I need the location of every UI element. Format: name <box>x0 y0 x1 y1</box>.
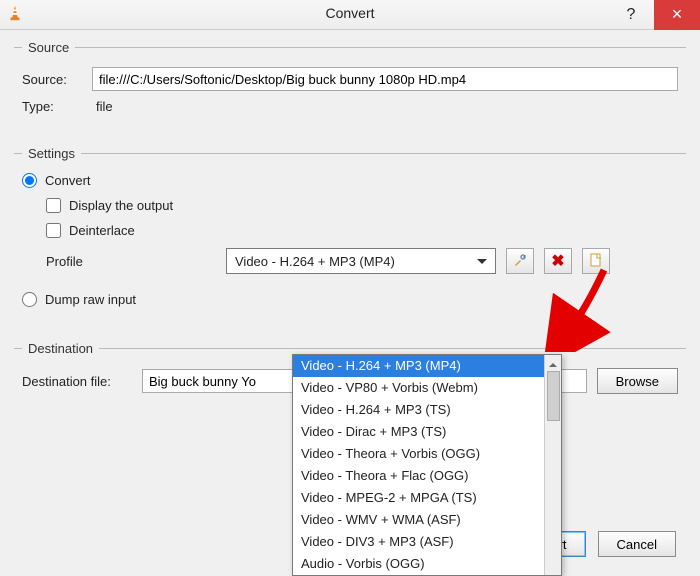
delete-icon: ✖ <box>551 251 564 271</box>
profile-option[interactable]: Video - VP80 + Vorbis (Webm) <box>293 377 544 399</box>
deinterlace-label: Deinterlace <box>69 223 135 238</box>
close-button[interactable]: × <box>654 0 700 30</box>
source-group: Source Source: Type: file <box>14 40 686 132</box>
profile-option[interactable]: Video - Dirac + MP3 (TS) <box>293 421 544 443</box>
dropdown-scrollbar[interactable] <box>544 355 561 575</box>
settings-legend: Settings <box>22 146 81 161</box>
display-output-checkbox[interactable] <box>46 198 61 213</box>
profile-combobox[interactable]: Video - H.264 + MP3 (MP4) <box>226 248 496 274</box>
profile-option[interactable]: Video - Theora + Vorbis (OGG) <box>293 443 544 465</box>
edit-profile-button[interactable] <box>506 248 534 274</box>
convert-radio[interactable] <box>22 173 37 188</box>
delete-profile-button[interactable]: ✖ <box>544 248 572 274</box>
profile-option[interactable]: Video - Theora + Flac (OGG) <box>293 465 544 487</box>
source-legend: Source <box>22 40 75 55</box>
settings-group: Settings Convert Display the output Dein… <box>14 146 686 327</box>
browse-button[interactable]: Browse <box>597 368 678 394</box>
profile-dropdown-list[interactable]: Video - H.264 + MP3 (MP4)Video - VP80 + … <box>292 354 562 576</box>
titlebar: Convert ? × <box>0 0 700 30</box>
dump-raw-label: Dump raw input <box>45 292 136 307</box>
source-label: Source: <box>22 72 82 87</box>
profile-option[interactable]: Video - MPEG-2 + MPGA (TS) <box>293 487 544 509</box>
source-input[interactable] <box>92 67 678 91</box>
new-file-icon <box>588 252 604 271</box>
cancel-button[interactable]: Cancel <box>598 531 676 557</box>
destination-label: Destination file: <box>22 374 132 389</box>
new-profile-button[interactable] <box>582 248 610 274</box>
scrollbar-thumb[interactable] <box>547 371 560 421</box>
destination-legend: Destination <box>22 341 99 356</box>
dump-raw-radio[interactable] <box>22 292 37 307</box>
window-title: Convert <box>0 5 700 21</box>
vlc-cone-icon <box>6 4 24 25</box>
profile-option[interactable]: Video - H.264 + MP3 (TS) <box>293 399 544 421</box>
profile-label: Profile <box>46 254 106 269</box>
profile-option[interactable]: Video - WMV + WMA (ASF) <box>293 509 544 531</box>
profile-option[interactable]: Video - DIV3 + MP3 (ASF) <box>293 531 544 553</box>
profile-option[interactable]: Audio - Vorbis (OGG) <box>293 553 544 575</box>
profile-selected: Video - H.264 + MP3 (MP4) <box>235 254 395 269</box>
type-label: Type: <box>22 99 82 114</box>
help-button[interactable]: ? <box>608 0 654 30</box>
wrench-icon <box>512 252 528 271</box>
deinterlace-checkbox[interactable] <box>46 223 61 238</box>
display-output-label: Display the output <box>69 198 173 213</box>
type-value: file <box>96 99 113 114</box>
convert-label: Convert <box>45 173 91 188</box>
profile-option[interactable]: Video - H.264 + MP3 (MP4) <box>293 355 544 377</box>
